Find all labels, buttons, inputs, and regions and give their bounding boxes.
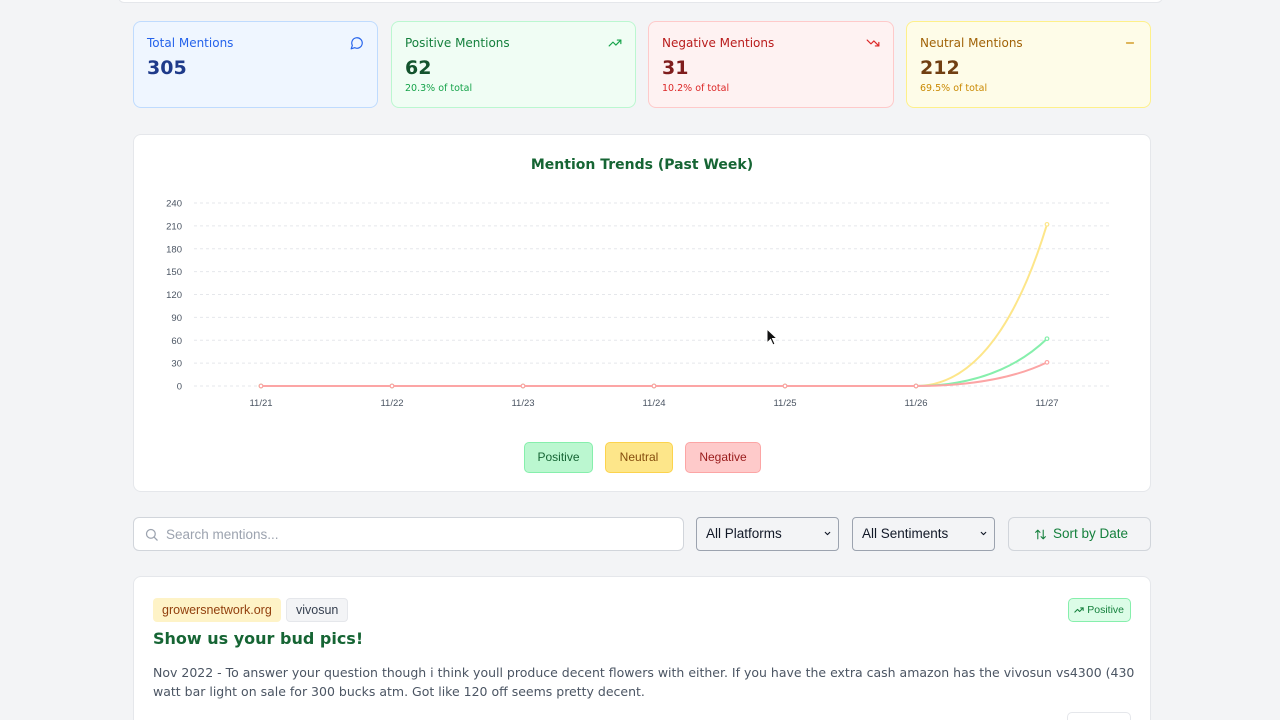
series-line-neutral: [261, 224, 1048, 387]
sort-arrows-icon: [1035, 529, 1046, 540]
x-tick-label: 11/27: [1035, 398, 1058, 409]
x-tick-label: 11/22: [380, 398, 403, 409]
top-panel-edge: [118, 0, 1163, 3]
x-tick-label: 11/21: [249, 398, 272, 409]
data-point-neutral: [1044, 221, 1050, 227]
data-point-negative: [389, 383, 395, 389]
total-mentions-label: Total Mentions: [147, 36, 234, 50]
search-box: [133, 517, 684, 551]
y-tick-label: 180: [166, 244, 182, 255]
mention-action-button[interactable]: [1067, 712, 1131, 720]
mention-trends-chart: 0 30 60 90 120 150 180 210 240 11/21 11/22 11/23 11/…: [166, 199, 1112, 409]
trending-up-icon: [1074, 607, 1084, 613]
neutral-mentions-value: 212: [920, 57, 960, 79]
neutral-mentions-percent: 69.5% of total: [920, 83, 988, 94]
search-icon: [145, 528, 158, 541]
data-point-negative: [651, 383, 657, 389]
y-tick-label: 0: [177, 382, 182, 393]
sentiment-select-value: All Sentiments: [862, 526, 949, 541]
neutral-mentions-card: Neutral Mentions 212 69.5% of total: [906, 21, 1151, 108]
y-tick-label: 150: [166, 267, 182, 278]
x-tick-label: 11/24: [642, 398, 665, 409]
sentiment-badge-label: Positive: [1087, 604, 1124, 616]
y-tick-label: 240: [166, 199, 182, 210]
data-point-negative: [258, 383, 264, 389]
mention-title[interactable]: Show us your bud pics!: [153, 629, 363, 648]
positive-mentions-card: Positive Mentions 62 20.3% of total: [391, 21, 636, 108]
positive-mentions-value: 62: [405, 57, 432, 79]
sentiment-badge: Positive: [1068, 598, 1131, 622]
search-input[interactable]: [166, 518, 676, 550]
platform-select[interactable]: All Platforms: [696, 517, 839, 551]
sort-button-label: Sort by Date: [1053, 526, 1129, 541]
y-tick-label: 120: [166, 290, 182, 301]
positive-mentions-percent: 20.3% of total: [405, 83, 473, 94]
data-point-negative: [782, 383, 788, 389]
neutral-mentions-label: Neutral Mentions: [920, 36, 1023, 50]
series-line-negative: [261, 361, 1048, 387]
sort-by-date-button[interactable]: Sort by Date: [1008, 517, 1151, 551]
y-tick-label: 90: [171, 313, 182, 324]
negative-mentions-card: Negative Mentions 31 10.2% of total: [648, 21, 894, 108]
chevron-down-icon: [824, 531, 831, 536]
y-tick-label: 60: [171, 336, 182, 347]
sentiment-select[interactable]: All Sentiments: [852, 517, 995, 551]
mention-card: growersnetwork.org vivosun Positive Show…: [133, 576, 1151, 720]
trending-down-icon: [866, 39, 880, 47]
mouse-cursor-icon: [766, 328, 778, 346]
total-mentions-value: 305: [147, 57, 187, 79]
series-line-positive: [261, 338, 1048, 387]
data-point-negative: [913, 383, 919, 389]
total-mentions-card: Total Mentions 305: [133, 21, 378, 108]
mention-body: Nov 2022 - To answer your question thoug…: [153, 665, 1135, 699]
chevron-down-icon: [980, 531, 987, 536]
x-tick-label: 11/23: [511, 398, 534, 409]
brand-tag[interactable]: vivosun: [286, 598, 349, 622]
data-point-negative: [520, 383, 526, 389]
legend-positive-toggle[interactable]: Positive: [524, 442, 593, 473]
mention-trends-chart-card: Mention Trends (Past Week) 0 30 60 90 120 150…: [133, 134, 1151, 492]
data-point-positive: [1044, 336, 1050, 342]
trending-up-icon: [608, 39, 622, 47]
legend-neutral-toggle[interactable]: Neutral: [605, 442, 673, 473]
negative-mentions-percent: 10.2% of total: [662, 83, 730, 94]
negative-mentions-value: 31: [662, 57, 689, 79]
minus-icon: [1125, 42, 1135, 44]
data-point-negative: [1044, 359, 1050, 365]
negative-mentions-label: Negative Mentions: [662, 36, 775, 50]
x-tick-label: 11/25: [773, 398, 796, 409]
message-circle-icon: [350, 37, 363, 50]
legend-negative-toggle[interactable]: Negative: [685, 442, 761, 473]
x-tick-label: 11/26: [904, 398, 927, 409]
y-tick-label: 30: [171, 359, 182, 370]
source-site-tag[interactable]: growersnetwork.org: [153, 598, 281, 622]
positive-mentions-label: Positive Mentions: [405, 36, 510, 50]
y-tick-label: 210: [166, 221, 182, 232]
platform-select-value: All Platforms: [706, 526, 782, 541]
